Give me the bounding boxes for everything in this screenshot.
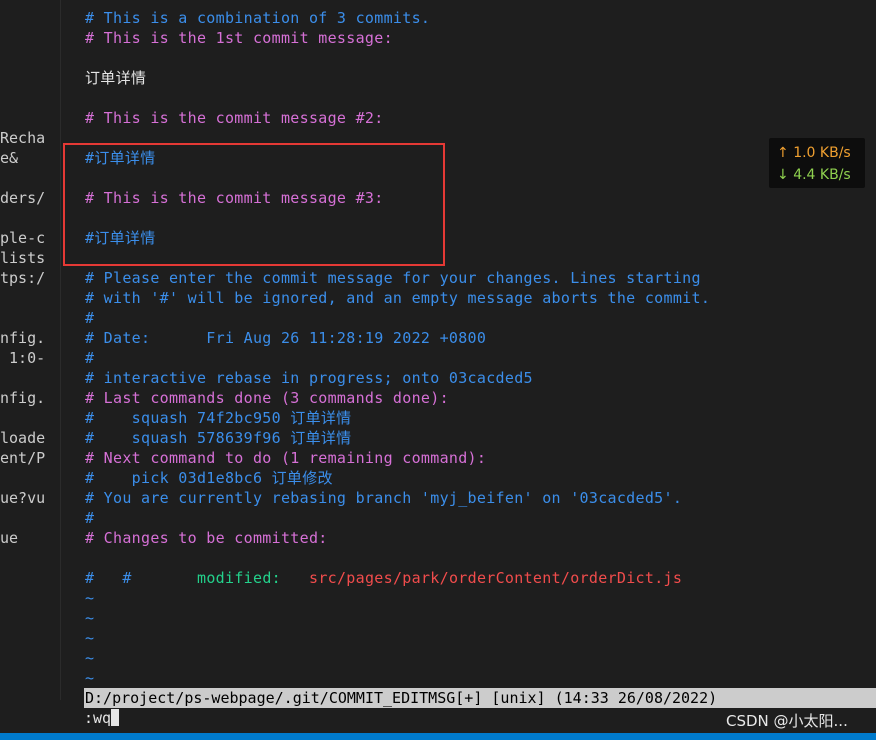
- commit-msg-line: # Next command to do (1 remaining comman…: [85, 449, 487, 467]
- commit-msg-line: # This is the 1st commit message:: [85, 29, 393, 47]
- explorer-text-fragment: ple-c: [0, 229, 46, 247]
- explorer-text-fragment: tps:/: [0, 269, 46, 287]
- explorer-text-fragment: Recha: [0, 129, 46, 147]
- commit-msg-line: # with '#' will be ignored, and an empty…: [85, 289, 711, 307]
- empty-buffer-tilde: ~: [85, 629, 95, 647]
- arrow-down-icon: ↓: [777, 167, 789, 183]
- upload-speed-value: 1.0 KB/s: [793, 145, 851, 161]
- commit-msg-line: # Date: Fri Aug 26 11:28:19 2022 +0800: [85, 329, 487, 347]
- commit-msg-line: #: [85, 349, 95, 367]
- upload-speed: ↑ 1.0 KB/s: [777, 142, 851, 164]
- explorer-text-fragment: ent/P: [0, 449, 46, 467]
- red-highlight-annotation: [63, 143, 445, 266]
- commit-msg-line: # Changes to be committed:: [85, 529, 328, 547]
- commit-msg-line: # squash 578639f96 订单详情: [85, 429, 352, 447]
- explorer-text-fragment: nfig.: [0, 329, 46, 347]
- commit-msg-line: # squash 74f2bc950 订单详情: [85, 409, 352, 427]
- explorer-text-fragment: nfig.: [0, 389, 46, 407]
- explorer-text-fragment: lists: [0, 249, 46, 267]
- text-cursor: [111, 709, 120, 726]
- commit-msg-line: #: [85, 309, 95, 327]
- network-speed-widget: ↑ 1.0 KB/s ↓ 4.4 KB/s: [769, 138, 865, 188]
- modified-file-line: # modified: src/pages/park/orderContent/…: [85, 548, 682, 608]
- csdn-watermark: CSDN @小太阳...: [726, 712, 848, 730]
- commit-msg-line: # This is the commit message #2:: [85, 109, 384, 127]
- commit-msg-line: #: [85, 509, 95, 527]
- commit-msg-line: # You are currently rebasing branch 'myj…: [85, 489, 683, 507]
- arrow-up-icon: ↑: [777, 145, 789, 161]
- vim-command-line[interactable]: :wq: [84, 708, 120, 728]
- commit-msg-line: # Last commands done (3 commands done):: [85, 389, 449, 407]
- vscode-status-bar: [0, 733, 876, 740]
- empty-buffer-tilde: ~: [85, 609, 95, 627]
- explorer-text-fragment: ders/: [0, 189, 46, 207]
- modified-hash: #: [122, 569, 132, 587]
- explorer-text-fragment: 1:0-: [0, 349, 46, 367]
- commit-msg-line: # interactive rebase in progress; onto 0…: [85, 369, 533, 387]
- modified-label: modified:: [197, 569, 281, 587]
- explorer-text-fragment: loade: [0, 429, 46, 447]
- explorer-text-fragment: e&: [0, 149, 19, 167]
- empty-buffer-tilde: ~: [85, 669, 95, 687]
- commit-msg-line: # Please enter the commit message for yo…: [85, 269, 701, 287]
- empty-buffer-tilde: ~: [85, 649, 95, 667]
- commit-msg-line: # pick 03d1e8bc6 订单修改: [85, 469, 333, 487]
- command-text: :wq: [84, 709, 112, 727]
- vim-statusline: D:/project/ps-webpage/.git/COMMIT_EDITMS…: [84, 688, 876, 708]
- commit-msg-line: # This is a combination of 3 commits.: [85, 9, 431, 27]
- vim-editor[interactable]: # This is a combination of 3 commits. # T…: [61, 0, 876, 690]
- commit-msg-line: 订单详情: [85, 69, 147, 87]
- modified-path: src/pages/park/orderContent/orderDict.js: [308, 569, 683, 587]
- explorer-panel: Recha e& ders/ple-c lists tps:/ nfig. 1:0- nfi…: [0, 0, 60, 740]
- download-speed: ↓ 4.4 KB/s: [777, 164, 851, 186]
- download-speed-value: 4.4 KB/s: [793, 167, 851, 183]
- explorer-text-fragment: ue: [0, 529, 19, 547]
- explorer-text-fragment: ue?vu: [0, 489, 46, 507]
